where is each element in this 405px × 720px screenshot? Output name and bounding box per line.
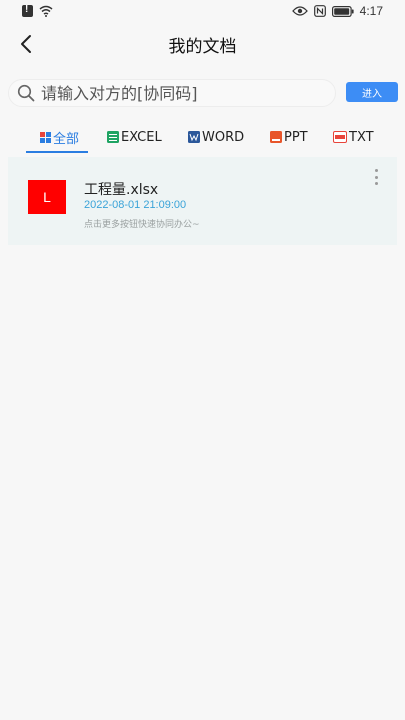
- more-dot-icon: [374, 182, 378, 185]
- status-bar-right: 4:17: [291, 4, 383, 18]
- file-hint: 点击更多按钮快速协同办公~: [84, 220, 200, 230]
- page-title: 我的文档: [168, 37, 237, 57]
- nfc-icon: [313, 5, 326, 17]
- wifi-icon: [39, 5, 53, 17]
- file-thumbnail: L: [28, 180, 66, 214]
- word-icon: [188, 131, 200, 143]
- alert-icon: [22, 4, 33, 17]
- tab-ppt[interactable]: PPT: [270, 125, 308, 149]
- status-bar-left: [22, 4, 53, 17]
- grid-icon: [40, 131, 51, 143]
- tab-all-label: 全部: [53, 131, 80, 147]
- tab-word-label: WORD: [202, 129, 245, 145]
- status-time: 4:17: [359, 4, 383, 18]
- more-dot-icon: [374, 169, 378, 172]
- status-bar: 4:17: [0, 0, 405, 24]
- file-card[interactable]: L 工程量.xlsx 2022-08-01 21:09:00 点击更多按钮快速协…: [8, 157, 397, 245]
- search-icon: [17, 84, 35, 102]
- search-input[interactable]: [41, 82, 329, 104]
- tab-excel-label: EXCEL: [121, 129, 162, 145]
- tab-txt[interactable]: TXT: [333, 125, 374, 149]
- header: 我的文档: [0, 24, 405, 64]
- file-type-tabs: 全部 EXCEL WORD PPT TXT: [0, 120, 405, 154]
- tab-ppt-label: PPT: [284, 129, 308, 145]
- enter-button[interactable]: 进入: [346, 82, 398, 102]
- ppt-icon: [270, 131, 282, 143]
- file-date: 2022-08-01 21:09:00: [84, 199, 187, 211]
- screen: 4:17 我的文档 进入 全: [0, 0, 405, 720]
- tab-word[interactable]: WORD: [188, 125, 244, 149]
- excel-icon: [107, 131, 119, 143]
- eye-icon: [291, 6, 308, 16]
- tab-excel[interactable]: EXCEL: [107, 125, 162, 149]
- active-tab-indicator: [26, 151, 88, 153]
- tab-txt-label: TXT: [349, 129, 374, 145]
- tab-all[interactable]: 全部: [40, 125, 79, 149]
- txt-icon: [333, 131, 347, 143]
- search-row: 进入: [8, 79, 398, 107]
- more-dot-icon: [374, 175, 378, 179]
- battery-icon: [331, 5, 354, 17]
- more-options-button[interactable]: [369, 167, 383, 187]
- file-name: 工程量.xlsx: [84, 182, 159, 198]
- search-box[interactable]: [8, 79, 336, 107]
